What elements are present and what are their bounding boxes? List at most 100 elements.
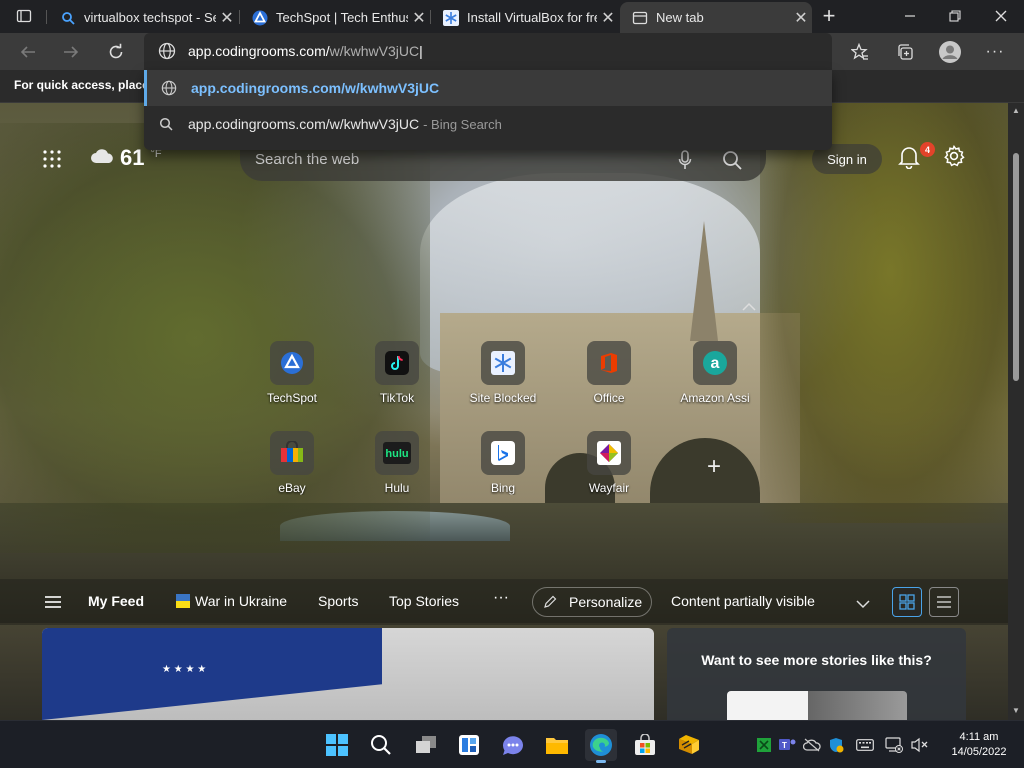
close-tab-icon[interactable]: ✕ xyxy=(408,8,430,28)
close-tab-icon[interactable]: ✕ xyxy=(597,8,619,28)
address-input[interactable]: app.codingrooms.com/w/kwhwV3jUC| xyxy=(188,43,423,59)
personalize-button[interactable]: Personalize xyxy=(532,587,652,617)
list-view-button[interactable] xyxy=(929,587,959,617)
tray-security-shield-icon[interactable] xyxy=(827,736,845,754)
favorites-bar-message: For quick access, place y xyxy=(14,78,159,92)
tab-new-tab[interactable]: New tab ✕ xyxy=(620,2,812,33)
minimize-icon[interactable] xyxy=(896,2,924,30)
quick-link-label: TechSpot xyxy=(266,391,318,405)
tab-title: Install VirtualBox for fre xyxy=(467,10,597,25)
keyboard-icon[interactable] xyxy=(856,736,874,754)
forward-arrow-icon[interactable] xyxy=(57,38,85,66)
add-quick-link-plus-icon[interactable]: + xyxy=(700,453,728,481)
quick-link-ebay[interactable]: eBay xyxy=(254,431,330,495)
start-windows-icon[interactable] xyxy=(321,729,353,761)
apps-launcher-icon[interactable] xyxy=(42,149,62,169)
quick-link-office[interactable]: Office xyxy=(571,341,647,405)
close-window-icon[interactable] xyxy=(987,2,1015,30)
system-clock[interactable]: 4:11 am 14/05/2022 xyxy=(944,730,1014,760)
task-view-icon[interactable] xyxy=(410,729,442,761)
microsoft-store-icon[interactable] xyxy=(629,729,661,761)
quick-link-label: Wayfair xyxy=(588,481,630,495)
scrollbar-thumb[interactable] xyxy=(1013,153,1019,381)
search-icon xyxy=(60,10,76,26)
quick-link-label: Bing xyxy=(490,481,516,495)
widgets-icon[interactable] xyxy=(453,729,485,761)
chevron-up-icon[interactable] xyxy=(741,300,761,314)
tab-war-in-ukraine[interactable]: War in Ukraine xyxy=(195,593,287,609)
address-bar[interactable]: app.codingrooms.com/w/kwhwV3jUC| xyxy=(144,33,832,70)
close-tab-icon[interactable]: ✕ xyxy=(216,8,238,28)
restore-icon[interactable] xyxy=(941,2,969,30)
ukraine-flag-icon xyxy=(176,594,190,613)
taskbar-search-icon[interactable] xyxy=(365,729,397,761)
office-icon xyxy=(601,353,617,373)
quick-link-tiktok[interactable]: TikTok xyxy=(359,341,435,405)
tray-onedrive-icon[interactable] xyxy=(803,736,821,754)
quick-link-techspot[interactable]: TechSpot xyxy=(254,341,330,405)
tiktok-icon xyxy=(385,351,409,375)
new-tab-plus-icon[interactable]: + xyxy=(815,2,843,30)
svg-text:a: a xyxy=(711,355,720,372)
techspot-icon xyxy=(252,10,268,26)
network-switch-app-icon[interactable] xyxy=(673,729,705,761)
suggestion-bing-search[interactable]: app.codingrooms.com/w/kwhwV3jUC - Bing S… xyxy=(144,106,832,142)
feedback-card: Want to see more stories like this? xyxy=(667,628,966,720)
svg-text:T: T xyxy=(782,741,787,750)
favorites-star-icon[interactable] xyxy=(846,38,874,66)
speaker-muted-icon[interactable] xyxy=(911,736,929,754)
hamburger-menu-icon[interactable] xyxy=(44,595,62,614)
suggestion-url[interactable]: app.codingrooms.com/w/kwhwV3jUC xyxy=(144,70,832,106)
gear-icon[interactable] xyxy=(943,144,969,171)
news-card[interactable]: ★ ★ ★ ★ xyxy=(42,628,654,720)
suggestion-text: app.codingrooms.com/w/kwhwV3jUC xyxy=(188,116,420,132)
profile-avatar-icon[interactable] xyxy=(936,38,964,66)
tab-title: virtualbox techspot - Se xyxy=(84,10,216,25)
file-explorer-icon[interactable] xyxy=(541,729,573,761)
personalize-label: Personalize xyxy=(569,594,643,610)
tab-virtualbox-search[interactable]: virtualbox techspot - Se ✕ xyxy=(48,2,238,33)
quick-link-bing[interactable]: Bing xyxy=(465,431,541,495)
tray-green-app-icon[interactable] xyxy=(755,736,773,754)
typed-url: app.codingrooms.com/ xyxy=(188,43,330,59)
tray-teams-icon[interactable]: T xyxy=(779,736,797,754)
chevron-down-icon[interactable] xyxy=(856,596,870,614)
tab-my-feed[interactable]: My Feed xyxy=(88,593,144,609)
amazon-icon: a xyxy=(703,351,727,375)
clock-time: 4:11 am xyxy=(959,731,999,743)
tab-techspot[interactable]: TechSpot | Tech Enthusi ✕ xyxy=(240,2,430,33)
page-scrollbar[interactable]: ▲ ▼ xyxy=(1008,103,1024,720)
back-arrow-icon[interactable] xyxy=(14,38,42,66)
wayfair-icon xyxy=(597,441,621,465)
quick-link-amazon-assistant[interactable]: a Amazon Assi xyxy=(677,341,753,405)
more-topics-icon[interactable]: ··· xyxy=(493,589,509,607)
ebay-icon xyxy=(281,441,303,462)
tab-install-virtualbox[interactable]: Install VirtualBox for fre ✕ xyxy=(431,2,619,33)
quick-link-label: eBay xyxy=(278,481,306,495)
techspot-icon xyxy=(281,352,303,374)
refresh-icon[interactable] xyxy=(102,38,130,66)
quick-link-hulu[interactable]: hulu Hulu xyxy=(359,431,435,495)
search-icon xyxy=(144,117,188,131)
close-tab-icon[interactable]: ✕ xyxy=(790,8,812,28)
tab-sports[interactable]: Sports xyxy=(318,593,358,609)
more-options-icon[interactable]: ··· xyxy=(981,38,1009,66)
quick-link-site-blocked[interactable]: Site Blocked xyxy=(465,341,541,405)
microphone-icon[interactable] xyxy=(678,150,692,175)
quick-link-wayfair[interactable]: Wayfair xyxy=(571,431,647,495)
search-icon[interactable] xyxy=(722,150,742,175)
scroll-up-icon[interactable]: ▲ xyxy=(1012,106,1020,115)
collections-icon[interactable] xyxy=(891,38,919,66)
grid-view-button[interactable] xyxy=(892,587,922,617)
bing-icon xyxy=(491,441,515,465)
network-status-icon[interactable] xyxy=(885,736,903,754)
tab-top-stories[interactable]: Top Stories xyxy=(389,593,459,609)
edge-browser-icon[interactable] xyxy=(585,729,617,763)
teams-chat-icon[interactable] xyxy=(497,729,529,761)
snowflake-icon xyxy=(443,9,459,26)
tab-actions-icon[interactable] xyxy=(10,2,38,30)
scroll-down-icon[interactable]: ▼ xyxy=(1012,706,1020,715)
feed-navigation: My Feed War in Ukraine Sports Top Storie… xyxy=(0,579,1008,625)
content-visibility-label[interactable]: Content partially visible xyxy=(671,593,815,609)
globe-icon xyxy=(147,80,191,96)
